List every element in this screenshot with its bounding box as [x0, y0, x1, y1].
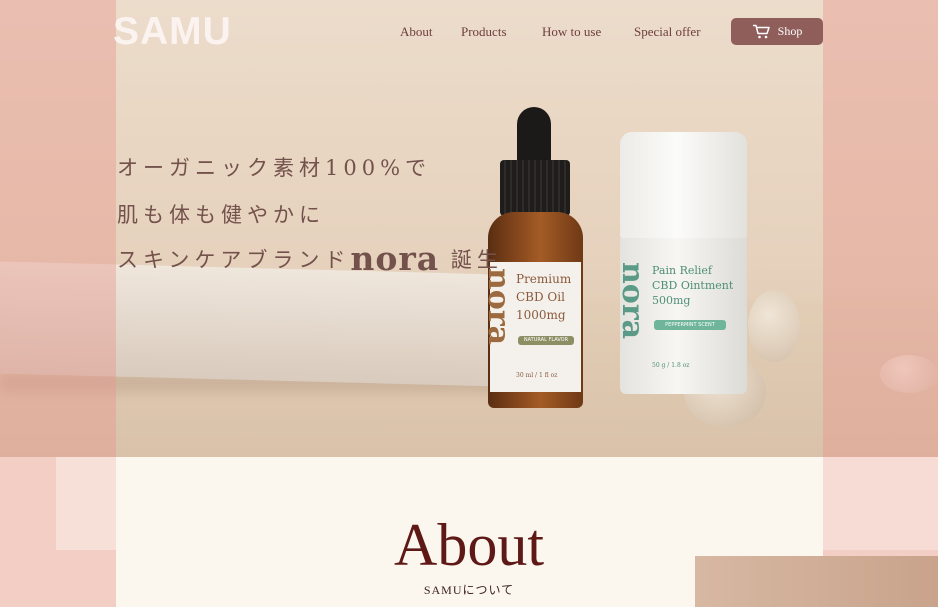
hero-brand-nora: nora: [350, 239, 440, 278]
shop-button-label: Shop: [777, 24, 803, 38]
hero-line-3-prefix: スキンケアブランド: [117, 248, 351, 272]
dropper-cap: [500, 160, 570, 216]
ointment-tag: PEPPERMINT SCENT: [654, 320, 726, 330]
oil-brand: nora: [481, 268, 516, 346]
nav-how-to-use[interactable]: How to use: [542, 24, 601, 40]
hero-line-2: 肌も体も健やかに: [117, 203, 325, 227]
hero-line-1: オーガニック素材100%で: [117, 156, 432, 180]
shop-button[interactable]: Shop: [731, 18, 823, 45]
hero-line-3: スキンケアブランドnora 誕生: [117, 239, 503, 278]
ointment-name-line1: Pain Relief: [652, 264, 712, 277]
nav-products[interactable]: Products: [461, 24, 507, 40]
pebble-back: [748, 290, 800, 362]
oil-name-line1: Premium: [516, 272, 572, 286]
ointment-name-line3: 500mg: [652, 294, 691, 307]
dropper-bulb: [517, 107, 551, 165]
about-heading: About: [394, 512, 544, 578]
oil-name-line2: CBD Oil: [516, 290, 565, 304]
ointment-brand: nora: [615, 262, 650, 340]
cart-icon: [752, 24, 770, 39]
oil-bottle-label: nora Premium CBD Oil 1000mg NATURAL FLAV…: [481, 262, 581, 392]
nav-special-offer[interactable]: Special offer: [634, 24, 701, 40]
oil-tag: NATURAL FLAVOR: [518, 336, 574, 345]
site-logo[interactable]: SAMU: [113, 10, 232, 54]
ointment-jar: nora Pain Relief CBD Ointment 500mg PEPP…: [615, 238, 747, 394]
ointment-lid: [620, 132, 747, 238]
oil-name-line3: 1000mg: [516, 308, 566, 322]
nav-about[interactable]: About: [400, 24, 433, 40]
ointment-name-line2: CBD Ointment: [652, 279, 734, 292]
oil-volume: 30 ml / 1 fl oz: [516, 372, 558, 379]
hero-line-3-suffix: 誕生: [450, 248, 503, 272]
ointment-volume: 50 g / 1.8 oz: [652, 362, 690, 369]
about-subheading: SAMUについて: [423, 583, 515, 597]
